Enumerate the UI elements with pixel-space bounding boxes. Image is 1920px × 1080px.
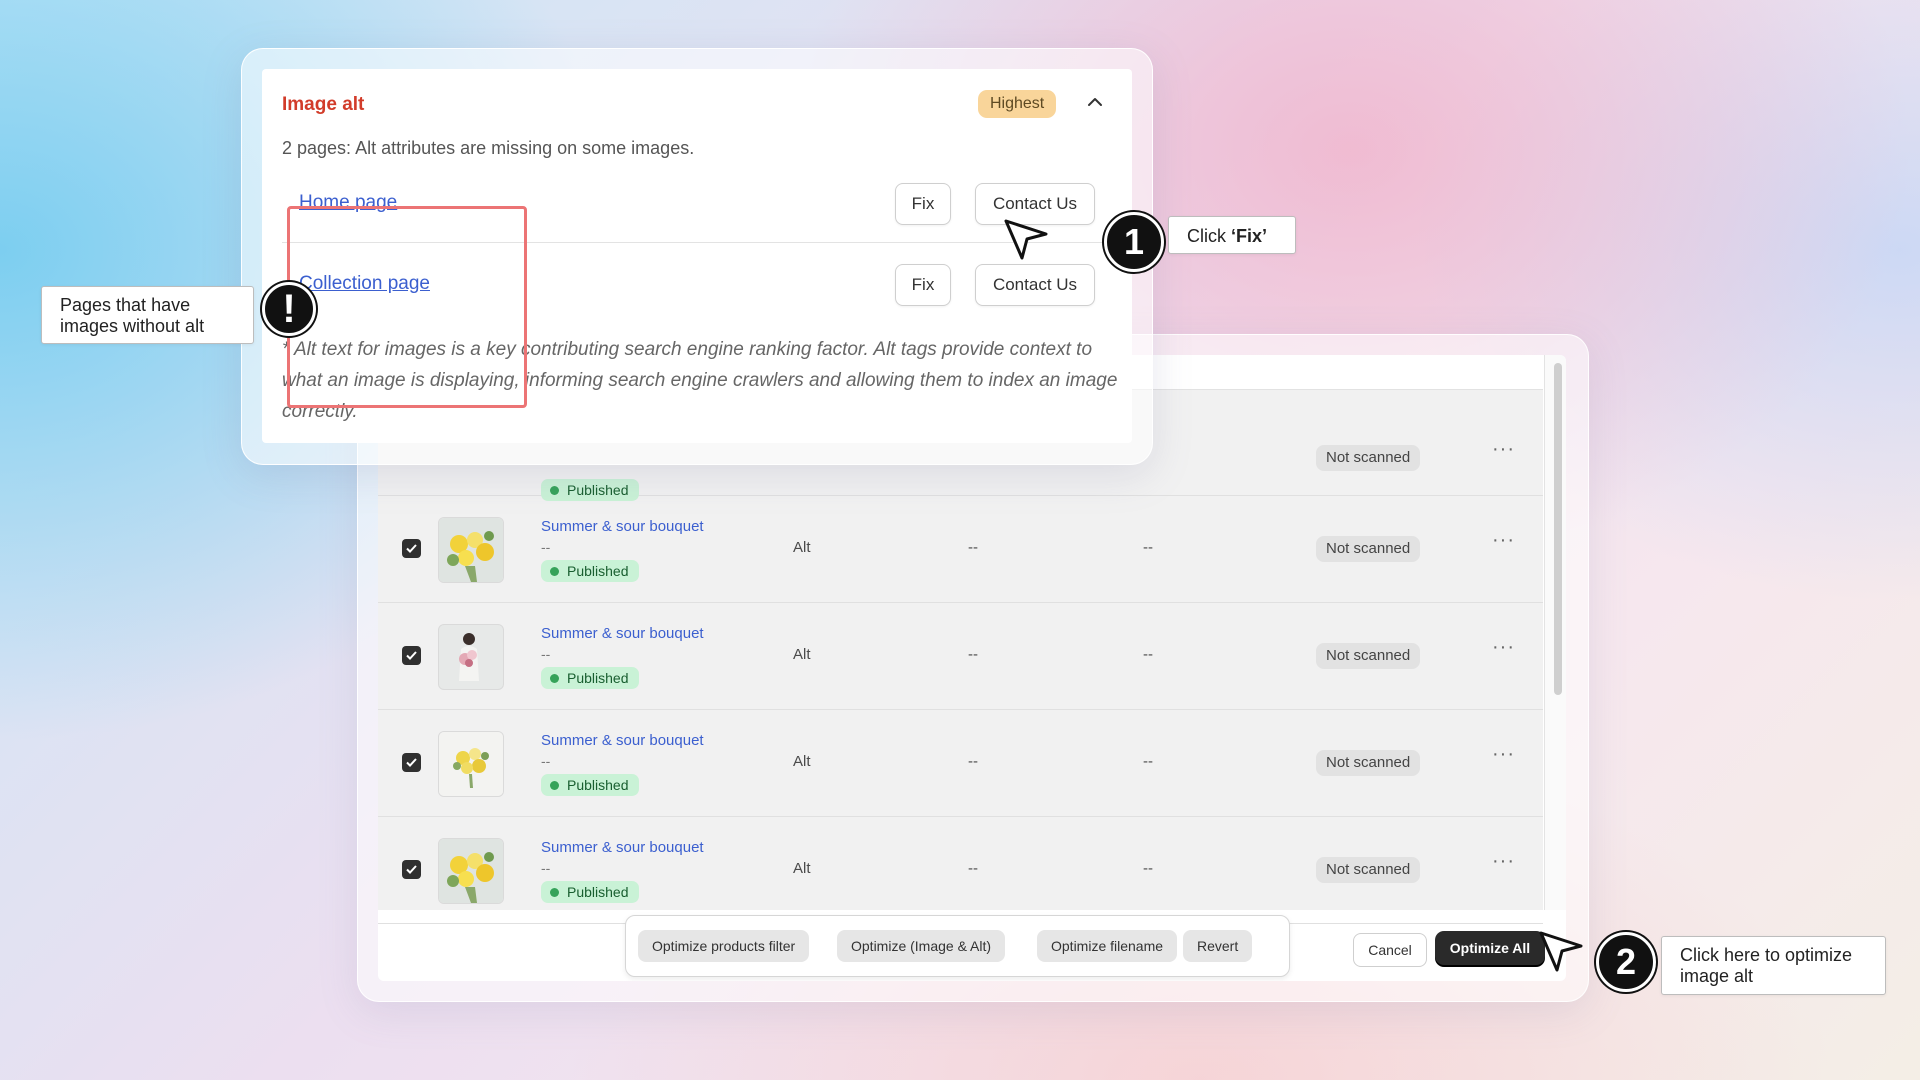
step-1-badge: 1	[1104, 212, 1164, 272]
contact-us-button-collection[interactable]: Contact Us	[975, 264, 1095, 306]
cell-value: --	[968, 753, 978, 770]
table-row[interactable]: Summer & sour bouquet -- Published Alt -…	[378, 710, 1543, 817]
cell-value: --	[968, 646, 978, 663]
cell-value: --	[968, 539, 978, 556]
fix-button-home[interactable]: Fix	[895, 183, 951, 225]
more-horizontal-icon[interactable]: ···	[1492, 636, 1515, 659]
scan-status: Not scanned	[1316, 445, 1421, 471]
table-row[interactable]: Summer & sour bouquet -- Published Alt -…	[378, 496, 1543, 603]
exclamation-icon: !	[262, 282, 316, 336]
step-1-callout: Click ‘Fix’	[1168, 216, 1296, 254]
optimize-products-filter-button[interactable]: Optimize products filter	[638, 930, 810, 962]
priority-badge: Highest	[978, 90, 1057, 118]
product-subtitle: --	[541, 646, 551, 662]
product-name-link[interactable]: Summer & sour bouquet	[541, 625, 704, 642]
table-row[interactable]: Summer & sour bouquet -- Published Alt -…	[378, 603, 1543, 710]
product-subtitle: --	[541, 539, 551, 555]
scan-status: Not scanned	[1316, 536, 1421, 562]
product-thumbnail	[438, 838, 504, 904]
more-horizontal-icon[interactable]: ···	[1492, 438, 1515, 461]
bulk-action-bar: Optimize products filter Optimize (Image…	[625, 915, 1290, 977]
scan-status: Not scanned	[1316, 750, 1421, 776]
step-1-text: Click	[1187, 226, 1231, 246]
product-thumbnail	[438, 517, 504, 583]
step-2-badge: 2	[1596, 932, 1656, 992]
product-thumbnail	[438, 624, 504, 690]
revert-button[interactable]: Revert	[1183, 930, 1253, 962]
checkbox-checked-icon[interactable]	[402, 753, 421, 772]
cell-value: --	[968, 860, 978, 877]
checkbox-checked-icon[interactable]	[402, 539, 421, 558]
checkbox-checked-icon[interactable]	[402, 646, 421, 665]
issue-type: Alt	[793, 646, 811, 663]
optimize-image-alt-button[interactable]: Optimize (Image & Alt)	[837, 930, 1006, 962]
product-subtitle: --	[541, 860, 551, 876]
scan-status: Not scanned	[1316, 643, 1421, 669]
table-row[interactable]: Summer & sour bouquet -- Published Alt -…	[378, 817, 1543, 924]
product-name-link[interactable]: Summer & sour bouquet	[541, 839, 704, 856]
page-links-highlight	[287, 206, 527, 408]
issue-type: Alt	[793, 753, 811, 770]
more-horizontal-icon[interactable]: ···	[1492, 529, 1515, 552]
optimize-filename-button[interactable]: Optimize filename	[1037, 930, 1178, 962]
published-badge: Published	[541, 774, 639, 796]
published-badge: Published	[541, 667, 639, 689]
cancel-button[interactable]: Cancel	[1353, 933, 1427, 967]
cursor-arrow-icon	[1003, 218, 1049, 267]
cell-value: --	[1143, 753, 1153, 770]
issue-title: Image alt	[282, 94, 365, 115]
more-horizontal-icon[interactable]: ···	[1492, 743, 1515, 766]
published-badge: Published	[541, 560, 639, 582]
more-horizontal-icon[interactable]: ···	[1492, 850, 1515, 873]
product-subtitle: --	[541, 753, 551, 769]
scan-status: Not scanned	[1316, 857, 1421, 883]
issue-type: Alt	[793, 539, 811, 556]
chevron-up-icon[interactable]	[1087, 95, 1103, 113]
scrollbar-thumb[interactable]	[1554, 363, 1562, 695]
cell-value: --	[1143, 860, 1153, 877]
cell-value: --	[1143, 646, 1153, 663]
product-thumbnail	[438, 731, 504, 797]
cursor-arrow-icon	[1538, 930, 1584, 979]
issue-type: Alt	[793, 860, 811, 877]
issue-description: 2 pages: Alt attributes are missing on s…	[282, 138, 695, 158]
product-name-link[interactable]: Summer & sour bouquet	[541, 518, 704, 535]
product-name-link[interactable]: Summer & sour bouquet	[541, 732, 704, 749]
warning-callout: Pages that have images without alt	[41, 286, 254, 344]
cell-value: --	[1143, 539, 1153, 556]
step-2-callout: Click here to optimize image alt	[1661, 936, 1886, 995]
fix-button-collection[interactable]: Fix	[895, 264, 951, 306]
step-1-bold-text: ‘Fix’	[1231, 226, 1268, 246]
optimize-all-button[interactable]: Optimize All	[1435, 931, 1545, 965]
checkbox-checked-icon[interactable]	[402, 860, 421, 879]
published-badge: Published	[541, 881, 639, 903]
